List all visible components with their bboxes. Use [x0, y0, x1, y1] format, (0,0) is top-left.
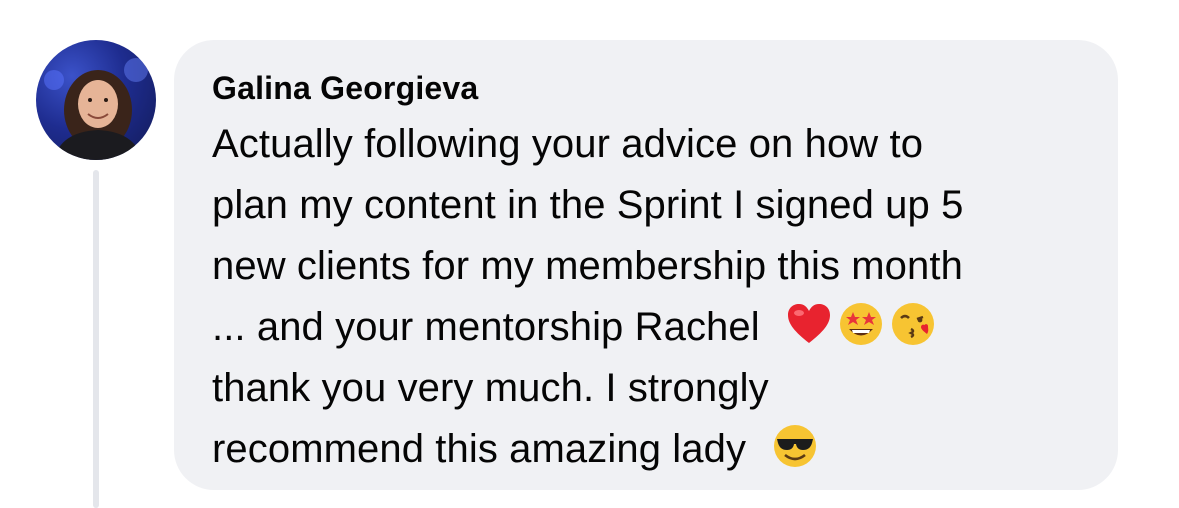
user-avatar-icon [44, 58, 148, 160]
star-struck-icon [837, 300, 885, 348]
smiling-face-with-sunglasses-icon [771, 422, 819, 470]
comment-line-text: ... and your mentorship Rachel [212, 305, 760, 349]
comment-line: new clients for my membership this month [212, 236, 1088, 297]
comment-line: plan my content in the Sprint I signed u… [212, 175, 1088, 236]
comment-bubble: Galina Georgieva Actually following your… [174, 40, 1118, 490]
comment-line-text: Actually following your advice on how to [212, 122, 924, 166]
face-blowing-kiss-icon [889, 300, 937, 348]
comment-line-text: recommend this amazing lady [212, 427, 747, 471]
comment-line: ... and your mentorship Rachel [212, 297, 1088, 358]
comment: Galina Georgieva Actually following your… [0, 0, 1179, 508]
comment-line: recommend this amazing lady [212, 419, 1088, 480]
comment-line-text: thank you very much. I strongly [212, 366, 769, 410]
comment-line-text: new clients for my membership this month [212, 244, 963, 288]
comment-line: thank you very much. I strongly [212, 358, 1088, 419]
red-heart-icon [785, 300, 833, 348]
comment-text: Actually following your advice on how to… [212, 114, 1088, 480]
avatar[interactable] [36, 40, 156, 160]
comment-line: Actually following your advice on how to [212, 114, 1088, 175]
comment-author[interactable]: Galina Georgieva [212, 68, 1088, 108]
thread-line [93, 170, 99, 508]
comment-line-text: plan my content in the Sprint I signed u… [212, 183, 964, 227]
